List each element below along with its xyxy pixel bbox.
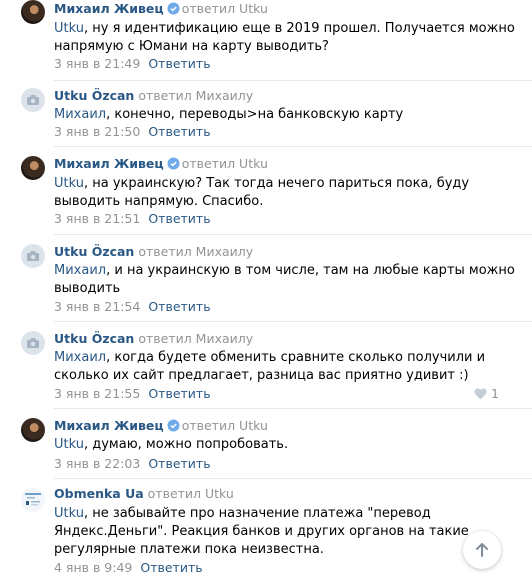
comment-body: , и на украинскую в том числе, там на лю… — [54, 263, 515, 296]
reply-button[interactable]: Ответить — [148, 56, 210, 71]
divider — [54, 408, 532, 409]
comment-body: , не забывайте про назначение платежа "п… — [54, 506, 469, 557]
comment-header: Utku Özcan ответил Михаилу — [54, 331, 253, 347]
mention-link[interactable]: Utku — [54, 506, 84, 521]
comment-body: , ну я идентификацию еще в 2019 прошел. … — [54, 21, 515, 54]
mention-link[interactable]: Михаил — [54, 263, 106, 278]
reply-button[interactable]: Ответить — [148, 211, 210, 226]
comment-header: Obmenka Ua ответил Utku — [54, 486, 234, 502]
avatar[interactable] — [21, 488, 45, 512]
divider — [54, 321, 532, 322]
like-button[interactable]: 1 — [474, 386, 499, 402]
heart-icon — [474, 388, 487, 400]
comment-text: Utku, ну я идентификацию еще в 2019 прош… — [54, 20, 524, 56]
comment-header: Михаил Живец ответил Utku — [54, 156, 268, 174]
author-link[interactable]: Utku Özcan — [54, 88, 134, 103]
comment-text: Utku, думаю, можно попробовать. — [54, 436, 524, 454]
comment-meta: 3 янв в 21:50 Ответить — [54, 124, 211, 140]
reply-button[interactable]: Ответить — [148, 386, 210, 401]
camera-icon — [27, 251, 39, 261]
replied-to-text[interactable]: ответил Михаилу — [138, 331, 253, 346]
camera-icon — [27, 338, 39, 348]
comment-date[interactable]: 3 янв в 21:55 — [54, 386, 140, 401]
obmenka-logo-icon — [25, 493, 41, 506]
camera-icon — [27, 95, 39, 105]
comment-header: Михаил Живец ответил Utku — [54, 418, 268, 436]
comment-header: Михаил Живец ответил Utku — [54, 1, 268, 19]
verified-icon — [167, 2, 180, 19]
avatar[interactable] — [21, 418, 45, 442]
verified-icon — [167, 419, 180, 436]
author-link[interactable]: Михаил Живец — [54, 1, 164, 16]
mention-link[interactable]: Utku — [54, 176, 84, 191]
comment-text: Михаил, когда будете обменить сравните с… — [54, 349, 524, 385]
reply-button[interactable]: Ответить — [148, 124, 210, 139]
comment-text: Михаил, и на украинскую в том числе, там… — [54, 262, 524, 298]
replied-to-text[interactable]: ответил Utku — [182, 418, 268, 433]
author-link[interactable]: Михаил Живец — [54, 418, 164, 433]
reply-button[interactable]: Ответить — [148, 456, 210, 471]
divider — [54, 234, 532, 235]
comment-text: Utku, на украинскую? Так тогда нечего па… — [54, 175, 524, 211]
comment-body: , когда будете обменить сравните сколько… — [54, 350, 486, 383]
comment-date[interactable]: 4 янв в 9:49 — [54, 560, 132, 575]
comment-date[interactable]: 3 янв в 21:54 — [54, 299, 140, 314]
avatar[interactable] — [21, 156, 45, 180]
avatar[interactable] — [21, 0, 45, 24]
comment-text: Михаил, конечно, переводы>на банковскую … — [54, 106, 524, 124]
comment-meta: 3 янв в 21:54 Ответить — [54, 299, 211, 315]
author-link[interactable]: Михаил Живец — [54, 156, 164, 171]
comment-date[interactable]: 3 янв в 21:51 — [54, 211, 140, 226]
comment-body: , конечно, переводы>на банковскую карту — [106, 107, 404, 122]
replied-to-text[interactable]: ответил Михаилу — [138, 88, 253, 103]
mention-link[interactable]: Михаил — [54, 107, 106, 122]
comment-body: , думаю, можно попробовать. — [83, 437, 289, 452]
mention-link[interactable]: Utku — [54, 21, 84, 36]
reply-button[interactable]: Ответить — [148, 299, 210, 314]
verified-icon — [167, 157, 180, 174]
comment-meta: 4 янв в 9:49 Ответить — [54, 560, 203, 576]
comment-meta: 3 янв в 22:03 Ответить — [54, 456, 211, 472]
avatar[interactable] — [21, 331, 45, 355]
avatar[interactable] — [21, 244, 45, 268]
divider — [54, 146, 532, 147]
comment-meta: 3 янв в 21:55 Ответить — [54, 386, 211, 402]
comment-header: Utku Özcan ответил Михаилу — [54, 244, 253, 260]
replied-to-text[interactable]: ответил Utku — [182, 156, 268, 171]
replied-to-text[interactable]: ответил Utku — [148, 486, 234, 501]
author-link[interactable]: Utku Özcan — [54, 331, 134, 346]
comment-date[interactable]: 3 янв в 21:50 — [54, 124, 140, 139]
mention-link[interactable]: Михаил — [54, 350, 106, 365]
mention-link[interactable]: Utku — [54, 437, 84, 452]
comment-text: Utku, не забывайте про назначение платеж… — [54, 505, 509, 559]
comment-header: Utku Özcan ответил Михаилу — [54, 88, 253, 104]
scroll-to-top-button[interactable] — [463, 531, 501, 569]
divider — [54, 80, 532, 81]
author-link[interactable]: Utku Özcan — [54, 244, 134, 259]
avatar[interactable] — [21, 88, 45, 112]
divider — [54, 478, 532, 479]
comment-date[interactable]: 3 янв в 22:03 — [54, 456, 140, 471]
like-count: 1 — [491, 386, 499, 401]
comment-date[interactable]: 3 янв в 21:49 — [54, 56, 140, 71]
comment-body: , на украинскую? Так тогда нечего парить… — [54, 176, 470, 209]
comment-meta: 3 янв в 21:49 Ответить — [54, 56, 211, 72]
replied-to-text[interactable]: ответил Михаилу — [138, 244, 253, 259]
replied-to-text[interactable]: ответил Utku — [182, 1, 268, 16]
author-link[interactable]: Obmenka Ua — [54, 486, 144, 501]
reply-button[interactable]: Ответить — [140, 560, 202, 575]
arrow-up-icon — [476, 543, 488, 557]
comment-meta: 3 янв в 21:51 Ответить — [54, 211, 211, 227]
